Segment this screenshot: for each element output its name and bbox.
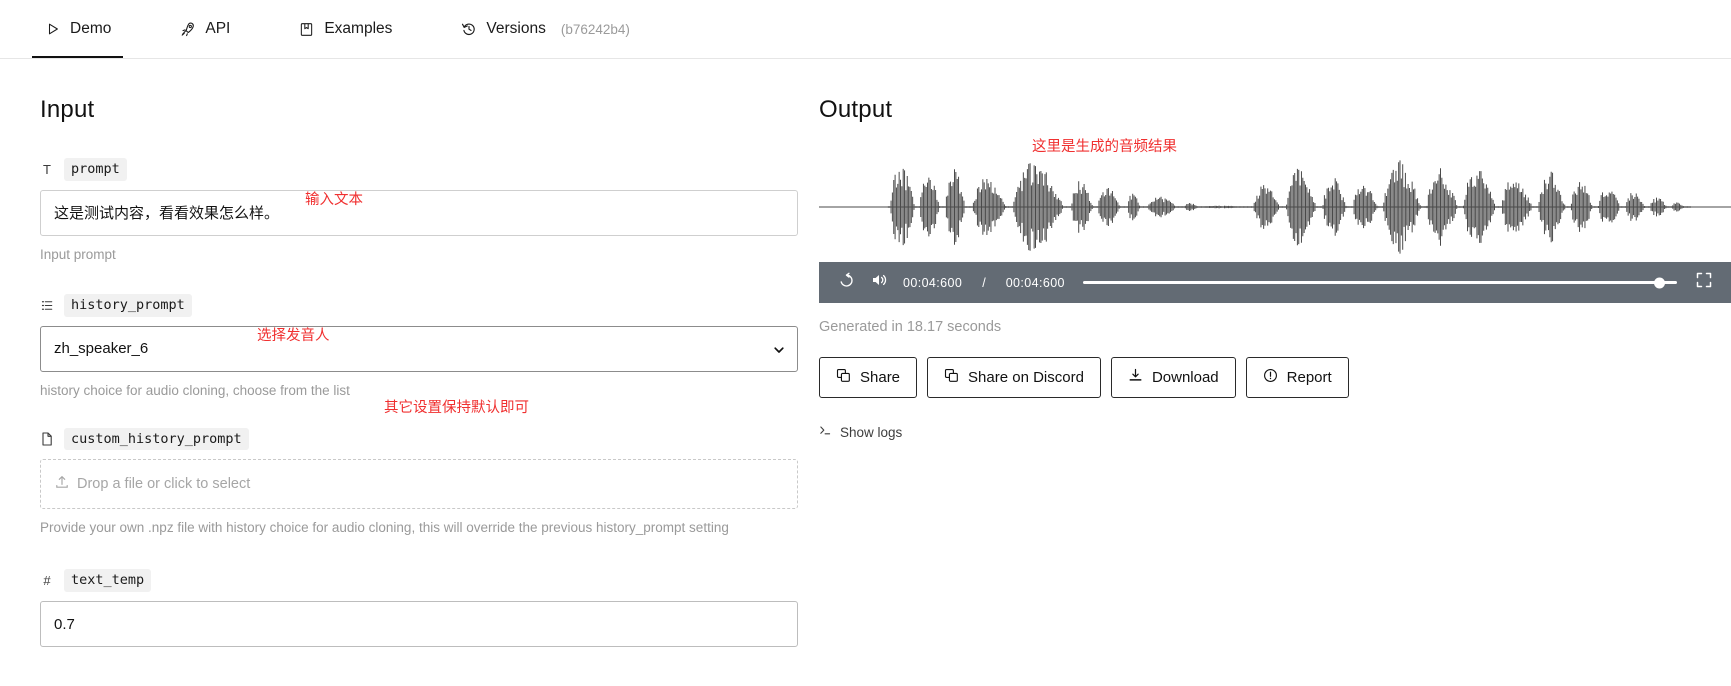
output-panel: Output (819, 96, 1699, 124)
text-temp-input[interactable]: 0.7 (40, 601, 798, 648)
copy-icon (836, 368, 851, 387)
copy-icon (944, 368, 959, 387)
annotation-output: 这里是生成的音频结果 (1032, 139, 1177, 155)
tab-api-label: API (205, 20, 231, 37)
field-custom-history-prompt-header: custom_history_prompt (40, 427, 798, 451)
waveform-svg (819, 160, 1731, 254)
volume-button[interactable] (863, 268, 897, 298)
field-custom-history-prompt-name: custom_history_prompt (64, 427, 249, 451)
tab-demo-label: Demo (70, 20, 112, 37)
show-logs-label: Show logs (840, 425, 903, 440)
upload-icon (55, 475, 69, 493)
audio-player: 00:04:600 / 00:04:600 Generated in 18.17… (819, 152, 1731, 442)
share-button-label: Share (860, 369, 901, 386)
player-controls: 00:04:600 / 00:04:600 (819, 262, 1731, 303)
tab-versions[interactable]: Versions (b76242b4) (456, 0, 634, 58)
annotation-history-prompt: 选择发音人 (257, 328, 330, 344)
prompt-input-value: 这是测试内容，看看效果怎么样。 (54, 205, 280, 223)
field-prompt-header: T prompt (40, 158, 798, 181)
number-type-icon: # (43, 573, 51, 589)
seek-knob[interactable] (1654, 277, 1666, 288)
report-button-label: Report (1286, 369, 1332, 386)
waveform[interactable] (819, 152, 1731, 262)
custom-history-prompt-help: Provide your own .npz file with history … (40, 520, 729, 536)
generated-note: Generated in 18.17 seconds (819, 319, 1002, 335)
tab-api[interactable]: API (175, 0, 234, 58)
output-panel-title: Output (819, 96, 893, 123)
time-separator: / (982, 275, 986, 290)
field-text-temp-header: # text_temp (40, 569, 798, 593)
show-logs-toggle[interactable]: Show logs (819, 424, 902, 441)
history-prompt-select[interactable]: zh_speaker_6 (40, 325, 798, 372)
volume-icon (871, 272, 889, 293)
prompt-input[interactable]: 这是测试内容，看看效果怎么样。 (40, 189, 798, 236)
report-button[interactable]: Report (1245, 357, 1349, 398)
terminal-icon (819, 424, 832, 441)
field-history-prompt: history_prompt zh_speaker_6 history choi… (40, 293, 798, 402)
text-type-icon: T (43, 161, 51, 177)
history-icon (460, 21, 477, 38)
history-prompt-selected-value: zh_speaker_6 (54, 340, 149, 358)
field-text-temp-name: text_temp (64, 569, 152, 593)
seek-track (1082, 281, 1677, 284)
text-temp-value: 0.7 (54, 615, 75, 633)
download-icon (1128, 368, 1143, 387)
share-on-discord-button[interactable]: Share on Discord (927, 357, 1101, 398)
alert-circle-icon (1263, 368, 1278, 387)
file-dropzone-label: Drop a file or click to select (77, 476, 251, 493)
play-icon (44, 21, 61, 38)
tab-demo[interactable]: Demo (31, 0, 124, 58)
download-button-label: Download (1151, 369, 1219, 386)
field-text-temp: # text_temp 0.7 (40, 569, 798, 648)
input-panel: Input T prompt 这是测试内容，看看效果怎么样。 Input pro… (40, 96, 798, 648)
fullscreen-button[interactable] (1687, 268, 1721, 298)
annotation-custom-history-prompt: 其它设置保持默认即可 (384, 400, 529, 416)
file-type-icon (40, 431, 54, 447)
chevron-down-icon (773, 343, 785, 355)
replay-icon (838, 272, 855, 294)
field-prompt: T prompt 这是测试内容，看看效果怎么样。 Input prompt (40, 158, 798, 266)
tab-examples-label: Examples (324, 20, 393, 37)
duration-time: 00:04:600 (1005, 275, 1065, 290)
file-dropzone[interactable]: Drop a file or click to select (40, 459, 798, 510)
list-type-icon (40, 297, 54, 313)
tab-bar: Demo API Examples Versions (b76242b4) (0, 0, 1731, 59)
current-time: 00:04:600 (903, 275, 963, 290)
field-history-prompt-header: history_prompt (40, 293, 798, 317)
output-actions: Share Share on Discord Download Report (819, 357, 1731, 398)
input-panel-title: Input (40, 96, 95, 123)
tab-versions-label: Versions (486, 20, 546, 37)
share-on-discord-button-label: Share on Discord (968, 369, 1084, 386)
replicate-model-page: Demo API Examples Versions (b76242b4) In… (0, 0, 1731, 686)
version-hash: (b76242b4) (560, 21, 630, 37)
rocket-icon (179, 21, 196, 38)
annotation-prompt: 输入文本 (305, 192, 363, 208)
replay-button[interactable] (829, 268, 863, 298)
prompt-help: Input prompt (40, 246, 116, 262)
field-custom-history-prompt: custom_history_prompt Drop a file or cli… (40, 427, 798, 540)
fullscreen-icon (1696, 272, 1712, 293)
book-icon (298, 21, 315, 38)
download-button[interactable]: Download (1110, 357, 1236, 398)
field-history-prompt-name: history_prompt (64, 293, 192, 317)
share-button[interactable]: Share (819, 357, 918, 398)
field-prompt-name: prompt (64, 158, 127, 181)
tab-examples[interactable]: Examples (294, 0, 396, 58)
seek-slider[interactable] (1082, 268, 1677, 298)
